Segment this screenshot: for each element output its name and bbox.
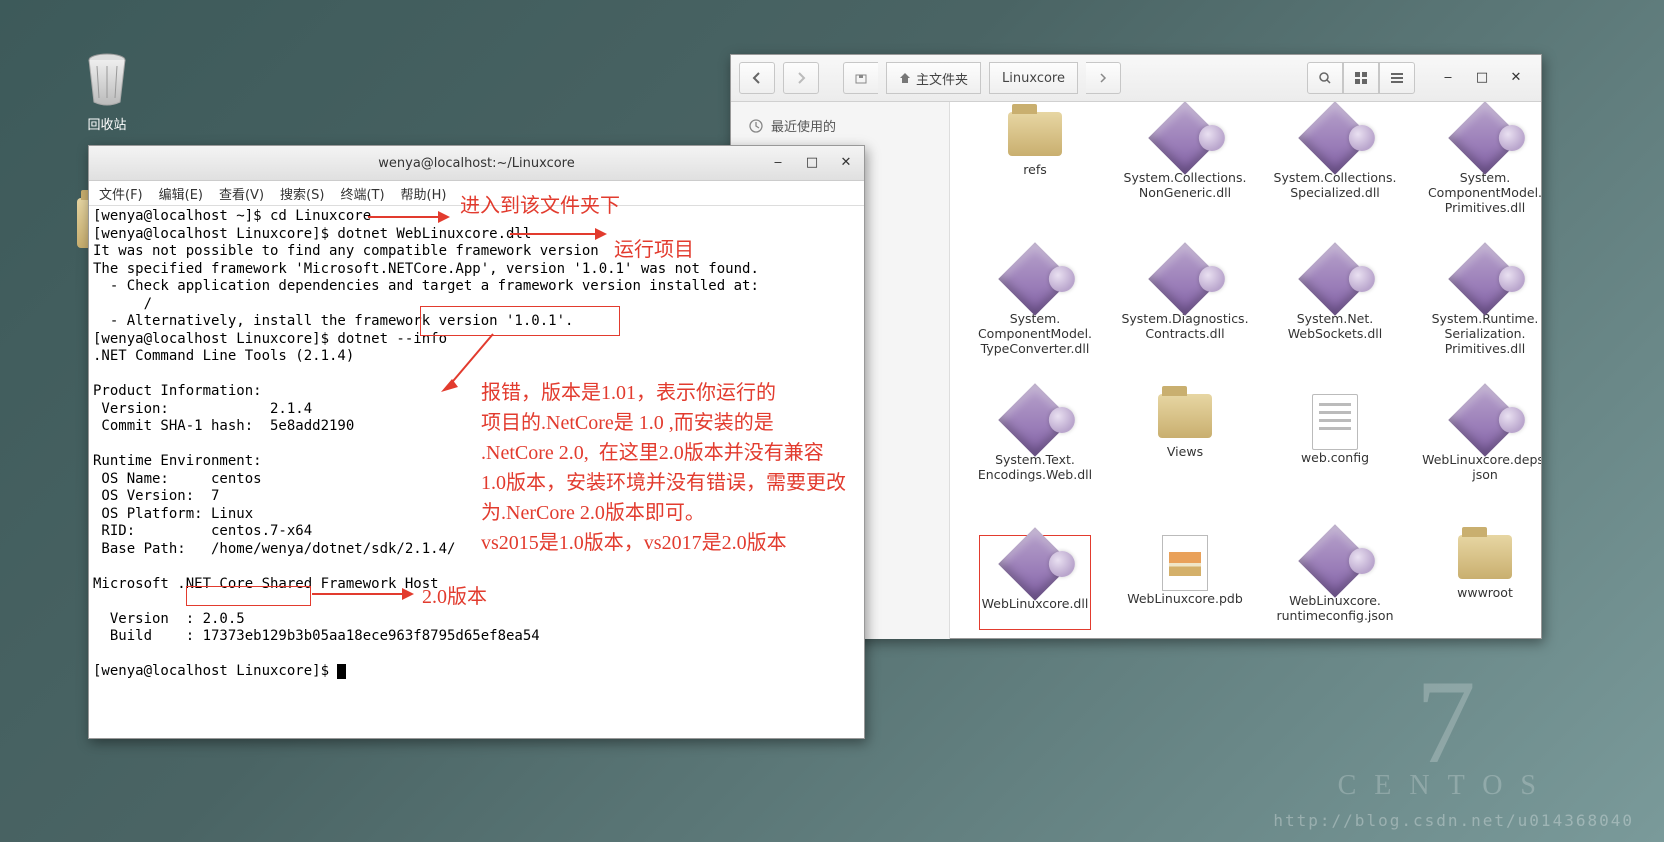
dll-icon — [1155, 112, 1215, 164]
file-item[interactable]: System.Diagnostics. Contracts.dll — [1110, 249, 1260, 384]
terminal-body[interactable]: [wenya@localhost ~]$ cd Linuxcore [wenya… — [89, 206, 864, 683]
minimize-button[interactable]: ‒ — [1431, 62, 1465, 92]
file-label: System. ComponentModel. TypeConverter.dl… — [978, 311, 1092, 356]
desktop-trash[interactable]: 回收站 — [62, 48, 152, 133]
dll-icon — [1155, 253, 1215, 305]
terminal-close-button[interactable]: ✕ — [834, 150, 858, 174]
file-item[interactable]: wwwroot — [1410, 531, 1541, 639]
file-manager-titlebar: 主文件夹 Linuxcore ‒ □ ✕ — [731, 55, 1541, 102]
folder-icon — [1008, 112, 1062, 156]
trash-label: 回收站 — [87, 118, 126, 133]
image-file-icon — [1162, 535, 1208, 591]
dll-icon — [1305, 112, 1365, 164]
centos-watermark: 7 CENTOS — [1338, 674, 1554, 802]
config-file-icon — [1312, 394, 1358, 450]
blog-watermark: http://blog.csdn.net/u014368040 — [1273, 811, 1634, 830]
file-item[interactable]: System. ComponentModel. TypeConverter.dl… — [960, 249, 1110, 384]
file-item[interactable]: System.Collections. NonGeneric.dll — [1110, 108, 1260, 243]
file-label: WebLinuxcore.deps. json — [1422, 452, 1541, 483]
file-item[interactable]: Views — [1110, 390, 1260, 525]
file-item[interactable]: System.Runtime. Serialization. Primitive… — [1410, 249, 1541, 384]
breadcrumb-linuxcore[interactable]: Linuxcore — [989, 62, 1078, 94]
file-item[interactable]: WebLinuxcore.dll — [960, 531, 1110, 639]
file-label: refs — [1023, 162, 1046, 193]
folder-icon — [1458, 535, 1512, 579]
menu-help[interactable]: 帮助(H) — [401, 184, 447, 203]
terminal-maximize-button[interactable]: □ — [800, 150, 824, 174]
sidebar-item-label: 最近使用的 — [771, 116, 836, 135]
close-button[interactable]: ✕ — [1499, 62, 1533, 92]
grid-view-button[interactable] — [1343, 62, 1379, 94]
file-item[interactable]: System. ComponentModel. Primitives.dll — [1410, 108, 1541, 243]
breadcrumb-home[interactable]: 主文件夹 — [886, 62, 981, 94]
arrow-1 — [368, 216, 448, 218]
menu-file[interactable]: 文件(F) — [99, 184, 143, 203]
file-label: WebLinuxcore.pdb — [1127, 591, 1243, 622]
dll-icon — [1005, 253, 1065, 305]
dll-icon — [1455, 253, 1515, 305]
arrow-2 — [510, 233, 605, 235]
file-item[interactable]: System.Net. WebSockets.dll — [1260, 249, 1410, 384]
menu-search[interactable]: 搜索(S) — [280, 184, 324, 203]
file-label: System.Runtime. Serialization. Primitive… — [1432, 311, 1539, 356]
file-item[interactable]: web.config — [1260, 390, 1410, 525]
file-item[interactable]: System.Collections. Specialized.dll — [1260, 108, 1410, 243]
terminal-titlebar: wenya@localhost:~/Linuxcore ‒ □ ✕ — [89, 146, 864, 181]
file-label: System. ComponentModel. Primitives.dll — [1428, 170, 1541, 215]
arrow-4 — [312, 593, 412, 595]
maximize-button[interactable]: □ — [1465, 62, 1499, 92]
clock-icon — [749, 119, 763, 133]
centos-text: CENTOS — [1338, 770, 1554, 802]
nav-forward-button[interactable] — [783, 62, 819, 94]
dll-icon — [1005, 394, 1065, 446]
menu-edit[interactable]: 编辑(E) — [159, 184, 203, 203]
dll-icon — [1305, 535, 1365, 587]
nav-path-prefix[interactable] — [843, 62, 878, 94]
search-button[interactable] — [1307, 62, 1343, 94]
menu-terminal[interactable]: 终端(T) — [340, 184, 384, 203]
folder-icon — [1158, 394, 1212, 438]
dll-icon — [1305, 253, 1365, 305]
list-view-button[interactable] — [1379, 62, 1415, 94]
dll-icon — [1455, 112, 1515, 164]
terminal-minimize-button[interactable]: ‒ — [766, 150, 790, 174]
breadcrumb-next[interactable] — [1086, 62, 1121, 94]
file-item[interactable]: WebLinuxcore.pdb — [1110, 531, 1260, 639]
file-item[interactable]: refs — [960, 108, 1110, 243]
centos-seven: 7 — [1338, 674, 1554, 770]
cursor-icon — [337, 664, 346, 679]
file-item[interactable]: System.Text. Encodings.Web.dll — [960, 390, 1110, 525]
trash-icon — [77, 48, 137, 108]
dll-icon — [1455, 394, 1515, 446]
terminal-window: wenya@localhost:~/Linuxcore ‒ □ ✕ 文件(F) … — [88, 145, 865, 739]
file-label: web.config — [1301, 450, 1369, 481]
file-label: Views — [1167, 444, 1203, 475]
file-item[interactable]: WebLinuxcore.deps. json — [1410, 390, 1541, 525]
menu-view[interactable]: 查看(V) — [219, 184, 264, 203]
redbox-version-101 — [420, 306, 620, 336]
redbox-version-205 — [186, 586, 311, 606]
terminal-menubar: 文件(F) 编辑(E) 查看(V) 搜索(S) 终端(T) 帮助(H) — [89, 181, 864, 206]
nav-back-button[interactable] — [739, 62, 775, 94]
file-grid: refsSystem.Collections. NonGeneric.dllSy… — [950, 102, 1541, 639]
dll-icon — [1005, 538, 1065, 590]
file-item[interactable]: WebLinuxcore. runtimeconfig.json — [1260, 531, 1410, 639]
sidebar-item-recent[interactable]: 最近使用的 — [745, 110, 935, 141]
file-label: wwwroot — [1457, 585, 1513, 616]
terminal-title: wenya@localhost:~/Linuxcore — [378, 156, 575, 171]
